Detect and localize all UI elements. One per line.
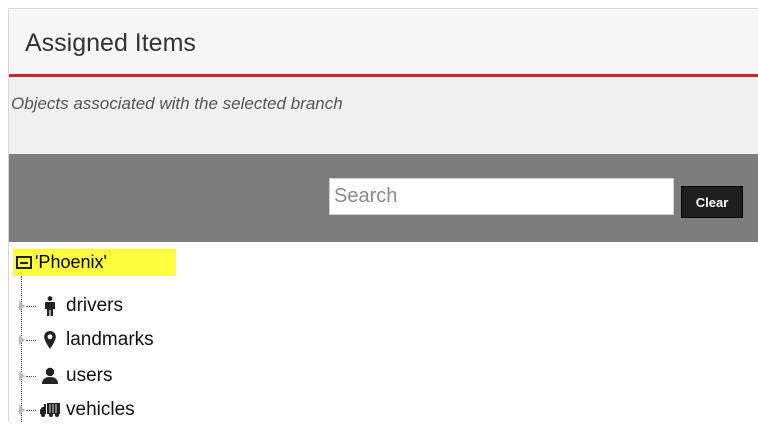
search-toolbar: Clear xyxy=(9,154,758,242)
tree-item-drivers[interactable]: drivers xyxy=(19,290,124,322)
user-icon xyxy=(40,366,60,386)
tree-root-node[interactable]: 'Phoenix' xyxy=(13,249,176,276)
tree-item-label: drivers xyxy=(66,295,124,316)
collapse-icon[interactable] xyxy=(16,256,32,269)
person-icon xyxy=(40,296,60,316)
branch-tree: 'Phoenix' drivers landmarks users vehicl… xyxy=(9,242,758,422)
map-marker-icon xyxy=(40,330,60,350)
tree-root-label: 'Phoenix' xyxy=(35,252,107,272)
tree-branch-line xyxy=(26,339,36,341)
tree-item-label: landmarks xyxy=(66,329,154,350)
panel-subtitle-row: Objects associated with the selected bra… xyxy=(9,77,758,154)
expand-arrow-icon[interactable] xyxy=(19,301,25,311)
tree-branch-line xyxy=(26,409,36,411)
expand-arrow-icon[interactable] xyxy=(19,335,25,345)
search-input[interactable] xyxy=(329,178,674,215)
tree-item-label: users xyxy=(66,365,113,386)
tree-item-label: vehicles xyxy=(66,399,135,420)
panel-title: Assigned Items xyxy=(25,29,196,57)
tree-branch-line xyxy=(26,375,36,377)
tree-item-users[interactable]: users xyxy=(19,360,113,392)
truck-icon xyxy=(40,400,60,420)
panel-header: Assigned Items xyxy=(9,9,758,77)
tree-branch-line xyxy=(26,305,36,307)
tree-item-landmarks[interactable]: landmarks xyxy=(19,324,154,356)
assigned-items-panel: Assigned Items Objects associated with t… xyxy=(8,8,758,422)
panel-subtitle: Objects associated with the selected bra… xyxy=(11,94,343,113)
tree-item-vehicles[interactable]: vehicles xyxy=(19,394,135,426)
expand-arrow-icon[interactable] xyxy=(19,405,25,415)
expand-arrow-icon[interactable] xyxy=(19,371,25,381)
clear-button[interactable]: Clear xyxy=(681,186,743,218)
